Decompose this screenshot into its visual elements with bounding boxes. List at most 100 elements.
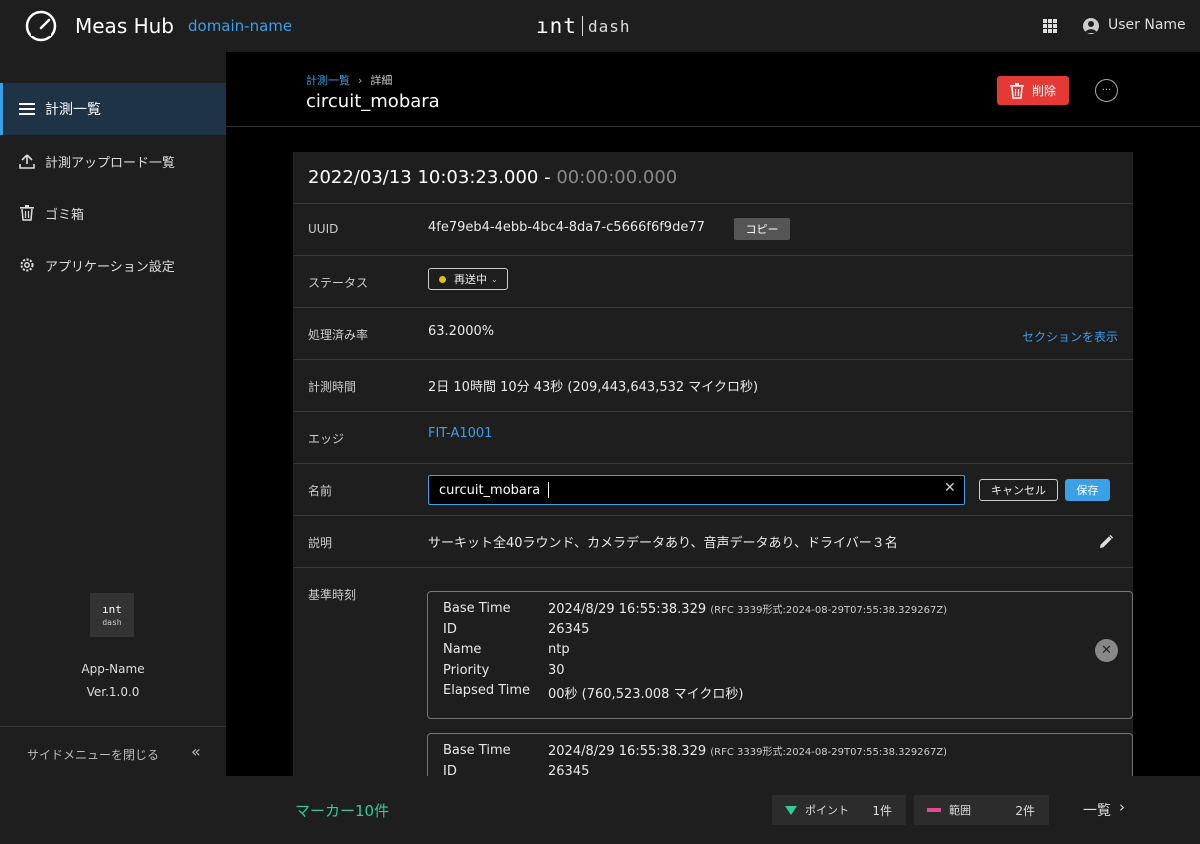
breadcrumb-current: 詳細: [370, 74, 393, 87]
name-label: 名前: [308, 484, 333, 498]
status-value: 再送中: [454, 273, 487, 286]
copy-button[interactable]: コピー: [734, 218, 790, 240]
base-time-label: 基準時刻: [308, 588, 357, 602]
card-id-value: 26345: [548, 764, 590, 776]
header-divider: [226, 126, 1200, 127]
processed-value: 63.2000%: [428, 324, 495, 339]
description-value: サーキット全40ラウンド、カメラデータあり、音声データあり、ドライバー３名: [428, 536, 898, 551]
card-key: ID: [443, 622, 457, 637]
description-row: 説明 サーキット全40ラウンド、カメラデータあり、音声データあり、ドライバー３名: [293, 515, 1133, 567]
processed-row: 処理済み率 63.2000% セクションを表示: [293, 307, 1133, 359]
remove-close-icon[interactable]: ✕: [1095, 639, 1118, 662]
clear-input-icon[interactable]: ✕: [944, 480, 956, 496]
uuid-label: UUID: [308, 222, 339, 236]
text-caret: [548, 482, 549, 498]
start-time: 2022/03/13 10:03:23.000: [308, 167, 539, 188]
base-time-value: 2024/8/29 16:55:38.329: [548, 744, 707, 759]
card-priority-value: 30: [548, 663, 565, 678]
base-time-row: 基準時刻 Base Time 2024/8/29 16:55:38.329 (R…: [293, 567, 1133, 776]
sidebar: 計測一覧 計測アップロード一覧 ゴミ箱 アプリケーション設定 ınt dash …: [0, 52, 226, 844]
trash-icon: [1009, 82, 1024, 99]
point-marker-chip[interactable]: ポイント 1件: [772, 795, 906, 825]
name-input[interactable]: [428, 475, 965, 505]
show-sections-link[interactable]: セクションを表示: [1022, 328, 1118, 345]
base-time-card: Base Time 2024/8/29 16:55:38.329 (RFC 33…: [427, 591, 1133, 719]
app-logo: ınt dash: [90, 593, 134, 637]
description-label: 説明: [308, 536, 333, 550]
speedometer-icon: [24, 10, 58, 42]
app-name[interactable]: Meas Hub: [75, 14, 174, 38]
detail-panel: 2022/03/13 10:03:23.000 - 00:00:00.000 U…: [293, 152, 1133, 776]
logo-int-text: ınt: [536, 14, 577, 38]
status-label: ステータス: [308, 276, 369, 290]
edge-label: エッジ: [308, 432, 345, 446]
measurement-datetime: 2022/03/13 10:03:23.000 - 00:00:00.000: [308, 167, 677, 188]
top-header: Meas Hub domain-name ınt dash User Name: [0, 0, 1200, 52]
main-content: 計測一覧 › 詳細 circuit_mobara 削除 ··· 2022/03/13…: [226, 52, 1200, 776]
close-sidebar-link[interactable]: サイドメニューを閉じる: [27, 746, 159, 763]
range-count: 2件: [1015, 803, 1035, 818]
range-marker-chip[interactable]: 範囲 2件: [914, 795, 1049, 825]
card-elapsed-value: 00秒 (760,523.008 マイクロ秒): [548, 687, 744, 702]
edge-link[interactable]: FIT-A1001: [428, 426, 492, 441]
app-logo-top: ınt: [102, 603, 122, 616]
uuid-row: UUID 4fe79eb4-4ebb-4bc4-8da7-c5666f6f9de…: [293, 203, 1133, 255]
card-key: Name: [443, 642, 482, 657]
collapse-chevron-icon[interactable]: «: [191, 742, 201, 761]
processed-label: 処理済み率: [308, 328, 369, 342]
status-dot-icon: [439, 275, 446, 283]
logo-dash-text: dash: [587, 16, 631, 36]
uuid-value: 4fe79eb4-4ebb-4bc4-8da7-c5666f6f9de77: [428, 220, 705, 235]
user-name[interactable]: User Name: [1108, 17, 1186, 33]
apps-grid-icon[interactable]: [1043, 19, 1057, 33]
card-name-value: ntp: [548, 642, 570, 657]
upload-icon: [18, 152, 36, 170]
sidebar-item-trash[interactable]: ゴミ箱: [0, 187, 226, 239]
app-logo-bottom: dash: [102, 618, 122, 627]
delete-button[interactable]: 削除: [997, 76, 1069, 105]
marker-count: マーカー10件: [295, 802, 390, 820]
rfc-value: (RFC 3339形式:2024-08-29T07:55:38.329267Z): [710, 747, 948, 758]
edge-row: エッジ FIT-A1001: [293, 411, 1133, 463]
card-id-value: 26345: [548, 622, 590, 637]
more-options-icon[interactable]: ···: [1095, 79, 1118, 102]
chevron-right-icon[interactable]: ›: [1119, 798, 1125, 816]
sidebar-item-uploads[interactable]: 計測アップロード一覧: [0, 135, 226, 187]
marker-list-link[interactable]: 一覧: [1083, 800, 1111, 820]
base-time-value: 2024/8/29 16:55:38.329: [548, 602, 707, 617]
domain-name[interactable]: domain-name: [188, 17, 292, 35]
time-dash: -: [538, 167, 557, 188]
point-count: 1件: [872, 803, 892, 818]
sidebar-item-label: 計測アップロード一覧: [45, 155, 176, 171]
page-title: circuit_mobara: [306, 91, 440, 112]
user-avatar-icon[interactable]: [1083, 18, 1099, 34]
point-label: ポイント: [805, 804, 849, 817]
app-version: Ver.1.0.0: [86, 685, 140, 699]
status-dropdown[interactable]: 再送中 ⌄: [428, 268, 508, 290]
card-key: ID: [443, 764, 457, 776]
card-key: Base Time: [443, 601, 511, 616]
trash-icon: [18, 204, 36, 222]
duration-value: 2日 10時間 10分 43秒 (209,443,643,532 マイクロ秒): [428, 380, 759, 395]
cancel-button[interactable]: キャンセル: [979, 479, 1058, 501]
app-name-label: App-Name: [81, 662, 145, 676]
edit-pencil-icon[interactable]: [1098, 534, 1114, 554]
marker-bar: マーカー10件 ポイント 1件 範囲 2件 一覧 ›: [226, 776, 1200, 844]
card-key: Priority: [443, 663, 490, 678]
sidebar-item-measurements[interactable]: 計測一覧: [0, 83, 226, 135]
breadcrumb: 計測一覧 › 詳細: [306, 72, 392, 88]
range-bar-icon: [927, 808, 941, 812]
list-icon: [18, 100, 36, 118]
status-row: ステータス 再送中 ⌄: [293, 255, 1133, 307]
duration-time: 00:00:00.000: [556, 167, 678, 188]
duration-row: 計測時間 2日 10時間 10分 43秒 (209,443,643,532 マイ…: [293, 359, 1133, 411]
breadcrumb-parent-link[interactable]: 計測一覧: [306, 74, 350, 87]
rfc-value: (RFC 3339形式:2024-08-29T07:55:38.329267Z): [710, 605, 948, 616]
intdash-logo: ınt dash: [536, 14, 630, 38]
card-key: Elapsed Time: [443, 683, 531, 698]
chevron-down-icon: ⌄: [491, 274, 498, 284]
breadcrumb-separator: ›: [358, 74, 363, 87]
sidebar-item-settings[interactable]: アプリケーション設定: [0, 239, 226, 291]
sidebar-divider: [0, 726, 226, 727]
save-button[interactable]: 保存: [1065, 479, 1110, 501]
